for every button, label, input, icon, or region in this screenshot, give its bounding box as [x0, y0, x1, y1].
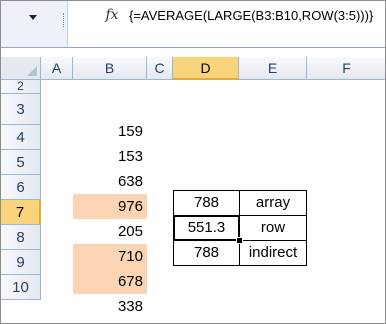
row-header-5[interactable]: 5: [1, 150, 41, 175]
fx-label: fx: [105, 7, 119, 23]
row-header-9[interactable]: 9: [1, 250, 41, 275]
cell-e8[interactable]: indirect: [239, 240, 307, 266]
select-all-button[interactable]: [1, 57, 41, 80]
cell-b4[interactable]: 153: [73, 144, 147, 169]
resize-grip-icon[interactable]: [63, 13, 66, 27]
column-header-f[interactable]: F: [307, 57, 385, 80]
column-header-c[interactable]: C: [147, 57, 173, 80]
name-box[interactable]: [1, 1, 68, 47]
row-header-8[interactable]: 8: [1, 225, 41, 250]
cell-d7[interactable]: 551.3: [173, 215, 240, 241]
cell-b3[interactable]: 159: [73, 119, 147, 144]
formula-input[interactable]: {=AVERAGE(LARGE(B3:B10,ROW(3:5)))}: [129, 8, 385, 28]
insert-function-icon[interactable]: fx: [101, 7, 123, 27]
cell-b7[interactable]: 205: [73, 219, 147, 244]
column-header-d[interactable]: D: [173, 57, 239, 80]
cell-e7[interactable]: row: [239, 215, 307, 241]
row-header-4[interactable]: 4: [1, 125, 41, 150]
chevron-down-icon[interactable]: [29, 15, 37, 20]
row-header-3[interactable]: 3: [1, 94, 41, 125]
cell-b10[interactable]: 338: [73, 294, 147, 319]
cell-e6[interactable]: array: [239, 190, 307, 216]
select-all-icon: [27, 66, 37, 76]
cell-b5[interactable]: 638: [73, 169, 147, 194]
formula-bar: fx {=AVERAGE(LARGE(B3:B10,ROW(3:5)))}: [1, 1, 385, 48]
cell-b6[interactable]: 976: [73, 194, 147, 219]
column-header-a[interactable]: A: [41, 57, 73, 80]
fill-handle[interactable]: [236, 237, 243, 244]
cell-b8[interactable]: 710: [73, 244, 147, 269]
row-header-7[interactable]: 7: [1, 200, 41, 225]
cell-d8[interactable]: 788: [173, 240, 240, 266]
row-header-10[interactable]: 10: [1, 275, 41, 300]
row-header-6[interactable]: 6: [1, 175, 41, 200]
cell-b9[interactable]: 678: [73, 269, 147, 294]
excel-window: fx {=AVERAGE(LARGE(B3:B10,ROW(3:5)))} A …: [0, 0, 386, 324]
row-header-2[interactable]: 2: [1, 80, 41, 94]
column-header-b[interactable]: B: [73, 57, 147, 80]
cell-d6[interactable]: 788: [173, 190, 240, 216]
column-header-e[interactable]: E: [239, 57, 307, 80]
